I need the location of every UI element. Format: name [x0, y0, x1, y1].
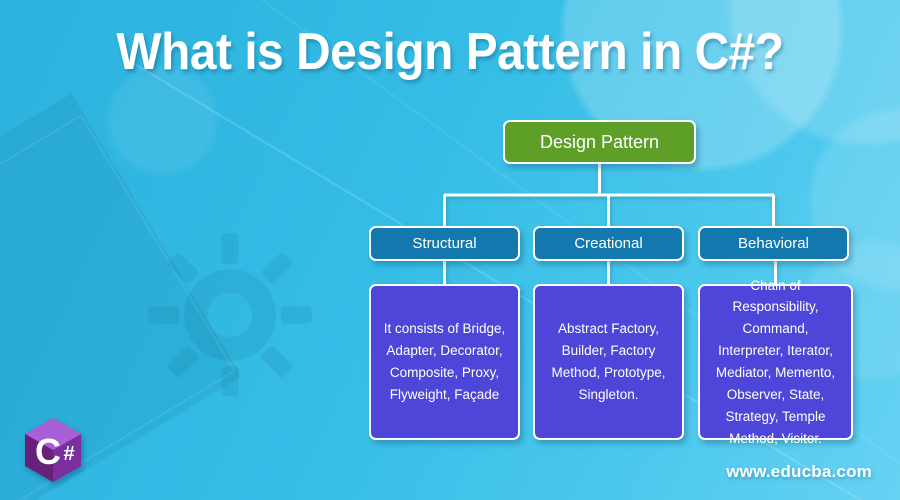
node-creational[interactable]: Creational — [533, 226, 684, 261]
description-creational[interactable]: Abstract Factory, Builder, Factory Metho… — [533, 284, 684, 440]
footer-website-url[interactable]: www.educba.com — [726, 462, 872, 482]
description-text: Abstract Factory, Builder, Factory Metho… — [551, 321, 666, 402]
description-text: Chain of Responsibility, Command, Interp… — [715, 277, 836, 446]
node-label: Design Pattern — [539, 131, 660, 152]
csharp-logo-icon: C # — [25, 418, 81, 482]
csharp-logo-hash: # — [63, 443, 74, 465]
description-text: It consists of Bridge, Adapter, Decorato… — [383, 321, 506, 402]
node-label: Structural — [412, 235, 477, 252]
node-structural[interactable]: Structural — [369, 226, 520, 261]
node-design-pattern[interactable]: Design Pattern — [503, 120, 696, 164]
description-behavioral[interactable]: Chain of Responsibility, Command, Interp… — [698, 278, 853, 446]
csharp-logo-letter: C — [35, 431, 61, 472]
node-behavioral[interactable]: Behavioral — [698, 226, 849, 261]
design-pattern-diagram: Design Pattern Structural Creational Beh… — [0, 0, 900, 500]
node-label: Behavioral — [738, 235, 809, 252]
description-structural[interactable]: It consists of Bridge, Adapter, Decorato… — [369, 284, 520, 440]
node-label: Creational — [574, 235, 643, 252]
